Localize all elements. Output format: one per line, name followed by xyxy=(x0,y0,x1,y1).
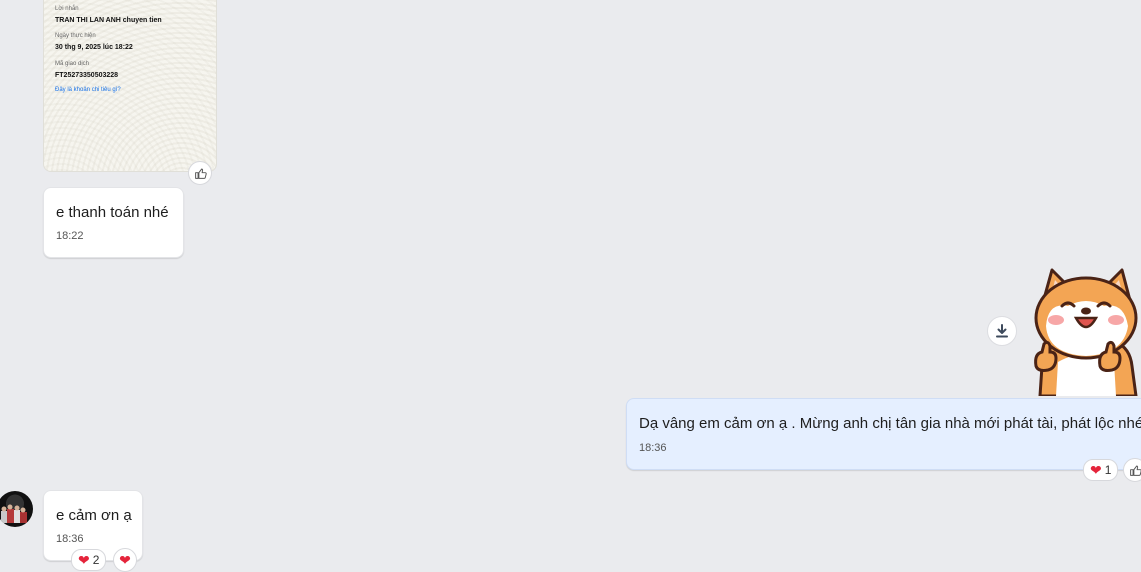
download-button[interactable] xyxy=(987,316,1017,346)
receipt-message-value: TRAN THI LAN ANH chuyen tien xyxy=(55,17,162,24)
avatar-photo xyxy=(0,491,33,527)
transfer-receipt-image[interactable]: Lời nhắn TRAN THI LAN ANH chuyen tien Ng… xyxy=(43,0,217,172)
receipt-date-label: Ngày thực hiện xyxy=(55,33,96,39)
reaction-count: 2 xyxy=(93,553,100,567)
reaction-summary[interactable]: ❤ 1 xyxy=(1083,459,1118,481)
avatar[interactable] xyxy=(0,491,33,527)
reaction-count: 1 xyxy=(1105,463,1112,477)
message-text: Dạ vâng em cảm ơn ạ . Mừng anh chị tân g… xyxy=(639,415,1141,432)
message-bubble-outgoing[interactable]: Dạ vâng em cảm ơn ạ . Mừng anh chị tân g… xyxy=(626,398,1141,470)
heart-reaction-button[interactable]: ❤ xyxy=(113,548,137,572)
heart-icon: ❤ xyxy=(78,553,90,567)
receipt-txn-value: FT25273350503228 xyxy=(55,72,118,79)
receipt-txn-label: Mã giao dịch xyxy=(55,61,89,67)
message-time: 18:36 xyxy=(639,442,667,454)
reaction-summary[interactable]: ❤ 2 xyxy=(71,549,106,571)
message-bubble-incoming[interactable]: e thanh toán nhé 18:22 xyxy=(43,187,184,258)
like-reaction-button[interactable] xyxy=(1123,458,1141,482)
thumbs-up-icon xyxy=(1129,464,1141,477)
heart-icon: ❤ xyxy=(1090,463,1102,477)
receipt-date-value: 30 thg 9, 2025 lúc 18:22 xyxy=(55,44,133,51)
message-time: 18:36 xyxy=(56,533,84,545)
message-text: e cảm ơn ạ xyxy=(56,507,132,524)
like-reaction-button[interactable] xyxy=(188,161,212,185)
thumbs-up-icon xyxy=(194,167,207,180)
receipt-category-link[interactable]: Đây là khoản chi tiêu gì? xyxy=(55,87,121,93)
heart-icon: ❤ xyxy=(119,553,131,567)
message-text: e thanh toán nhé xyxy=(56,204,169,221)
message-time: 18:22 xyxy=(56,230,84,242)
shiba-dog-thumbs-up-sticker[interactable] xyxy=(1028,266,1141,396)
receipt-message-label: Lời nhắn xyxy=(55,6,79,12)
download-icon xyxy=(994,323,1010,339)
